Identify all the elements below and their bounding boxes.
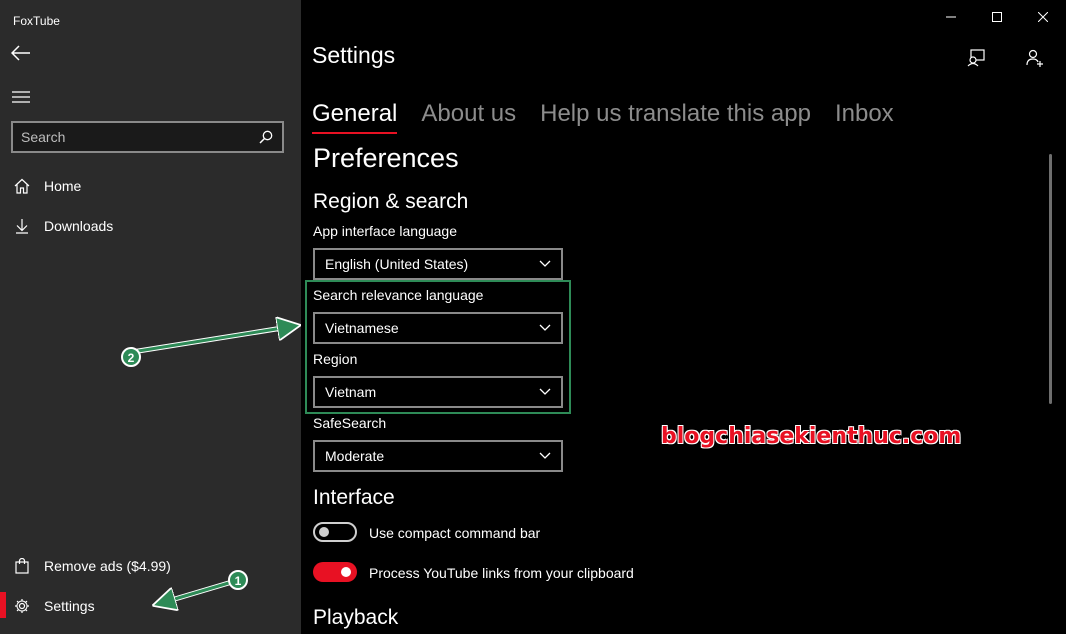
scrollbar[interactable] bbox=[1049, 154, 1052, 404]
watermark: blogchiasekienthuc.com bbox=[661, 424, 962, 449]
shopping-bag-icon bbox=[0, 558, 44, 574]
search-input[interactable] bbox=[21, 129, 258, 145]
hamburger-icon bbox=[12, 91, 30, 103]
close-button[interactable] bbox=[1020, 0, 1066, 34]
interface-heading: Interface bbox=[313, 486, 395, 509]
sidebar-item-label: Remove ads ($4.99) bbox=[44, 558, 171, 574]
tab-about-us[interactable]: About us bbox=[421, 100, 516, 134]
back-button[interactable] bbox=[8, 40, 34, 66]
safesearch-label: SafeSearch bbox=[313, 415, 387, 431]
maximize-button[interactable] bbox=[974, 0, 1020, 34]
page-title: Settings bbox=[312, 42, 396, 68]
minimize-icon bbox=[946, 16, 956, 18]
add-account-icon bbox=[1026, 49, 1043, 67]
safesearch-dropdown[interactable]: Moderate bbox=[313, 440, 563, 472]
dropdown-value: Moderate bbox=[325, 448, 385, 464]
compact-bar-toggle[interactable] bbox=[313, 522, 357, 542]
preferences-heading: Preferences bbox=[313, 143, 459, 173]
toggle-knob bbox=[341, 567, 351, 577]
download-icon bbox=[0, 218, 44, 234]
chevron-down-icon bbox=[539, 452, 551, 459]
minimize-button[interactable] bbox=[928, 0, 974, 34]
compact-bar-label: Use compact command bar bbox=[369, 525, 541, 541]
maximize-icon bbox=[992, 12, 1002, 22]
region-search-heading: Region & search bbox=[313, 190, 469, 213]
tab-general[interactable]: General bbox=[312, 100, 398, 134]
close-icon bbox=[1038, 12, 1048, 22]
account-button[interactable] bbox=[1023, 46, 1047, 70]
toggle-knob bbox=[319, 527, 329, 537]
dropdown-value: English (United States) bbox=[325, 256, 469, 272]
sidebar-item-label: Downloads bbox=[44, 218, 114, 234]
app-language-label: App interface language bbox=[313, 223, 457, 239]
search-box bbox=[11, 121, 284, 153]
sidebar-item-label: Home bbox=[44, 178, 82, 194]
tab-bar: General About us Help us translate this … bbox=[312, 100, 894, 134]
tab-translate[interactable]: Help us translate this app bbox=[540, 100, 811, 134]
sidebar-item-home[interactable]: Home bbox=[0, 166, 301, 206]
sidebar: FoxTube Home Downloads Remove ads ($4.99… bbox=[0, 0, 301, 634]
home-icon bbox=[0, 178, 44, 194]
sidebar-item-label: Settings bbox=[44, 598, 95, 614]
playback-heading: Playback bbox=[313, 606, 399, 629]
sidebar-item-downloads[interactable]: Downloads bbox=[0, 206, 301, 246]
window-controls bbox=[928, 0, 1066, 34]
gear-icon bbox=[0, 598, 44, 614]
search-icon[interactable] bbox=[258, 129, 274, 145]
annotation-highlight-box bbox=[305, 280, 571, 414]
menu-button[interactable] bbox=[8, 84, 34, 110]
sidebar-item-remove-ads[interactable]: Remove ads ($4.99) bbox=[0, 546, 301, 586]
sidebar-item-settings[interactable]: Settings bbox=[0, 586, 301, 626]
feedback-icon bbox=[967, 49, 985, 67]
main-content: Settings General About us Help us transl… bbox=[301, 0, 1066, 634]
tab-inbox[interactable]: Inbox bbox=[835, 100, 894, 134]
feedback-button[interactable] bbox=[964, 46, 988, 70]
clipboard-label: Process YouTube links from your clipboar… bbox=[369, 565, 634, 581]
back-arrow-icon bbox=[11, 45, 30, 61]
app-language-dropdown[interactable]: English (United States) bbox=[313, 248, 563, 280]
chevron-down-icon bbox=[539, 260, 551, 267]
app-title: FoxTube bbox=[13, 14, 60, 28]
clipboard-toggle[interactable] bbox=[313, 562, 357, 582]
